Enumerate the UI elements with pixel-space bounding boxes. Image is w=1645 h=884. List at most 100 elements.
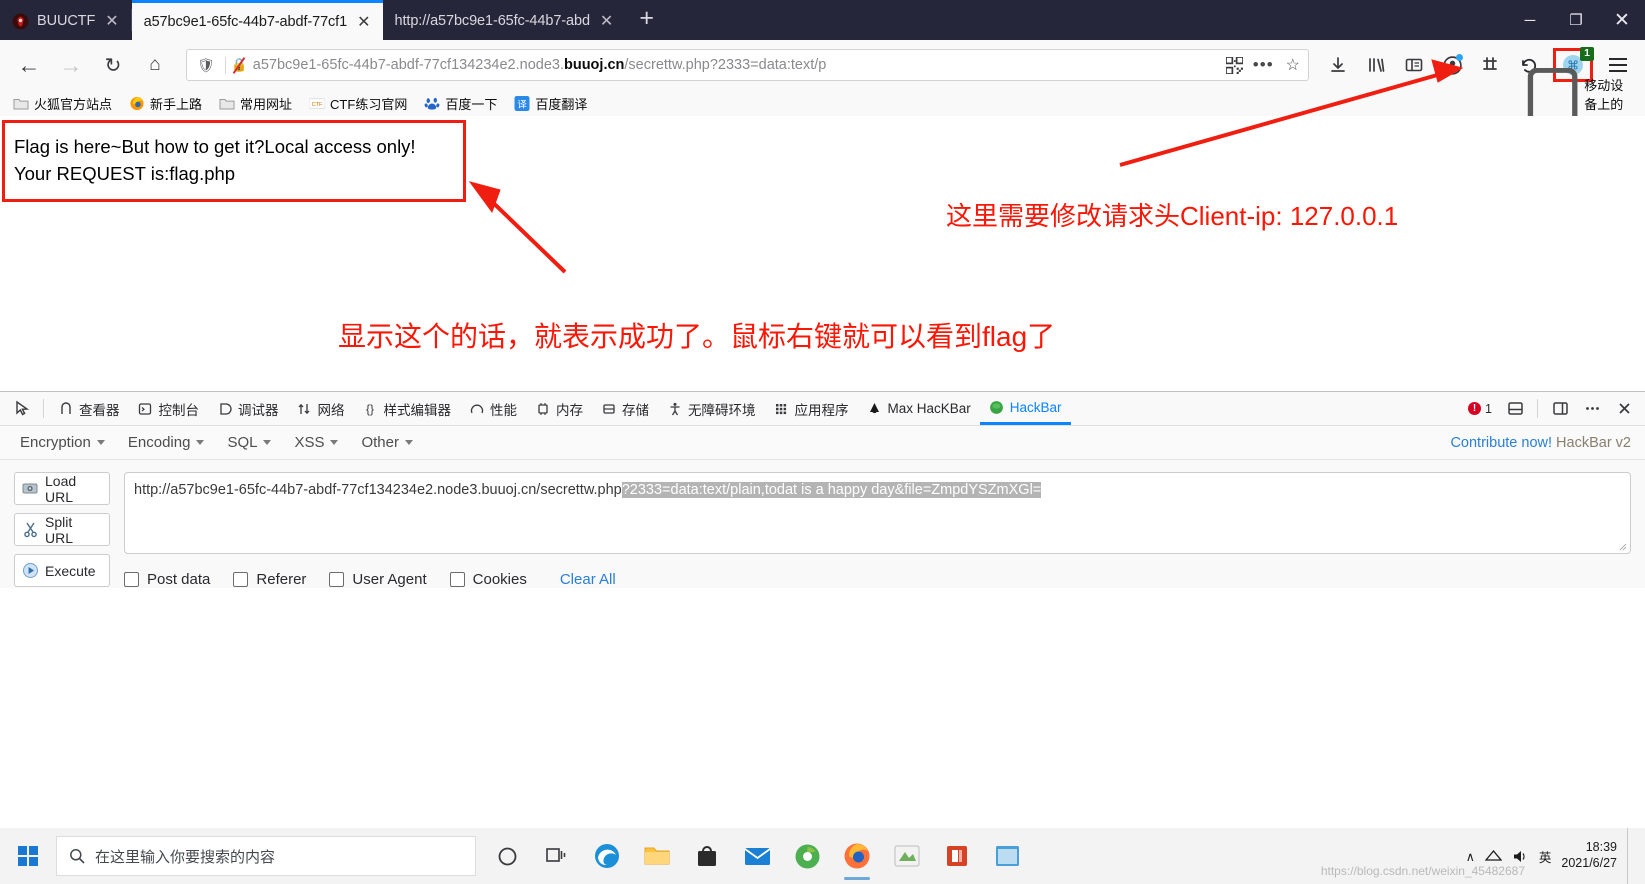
window-icon[interactable] <box>984 831 1030 881</box>
resize-grip-icon[interactable] <box>1618 542 1627 551</box>
bookmark-item[interactable]: 百度一下 <box>417 92 504 115</box>
edge-icon[interactable] <box>584 831 630 881</box>
checkbox[interactable] <box>329 572 345 587</box>
url-suffix: /secrettw.php?2333=data:text/p <box>624 57 827 73</box>
library-icon[interactable] <box>1359 46 1393 84</box>
forward-icon[interactable]: → <box>52 46 90 84</box>
hackbar-menu-encryption[interactable]: Encryption <box>14 434 122 451</box>
annotation-text-client-ip: 这里需要修改请求头Client-ip: 127.0.0.1 <box>946 201 1399 231</box>
tab-title: BUUCTF <box>37 13 96 29</box>
account-icon[interactable] <box>1435 46 1469 84</box>
file-explorer-icon[interactable] <box>634 831 680 881</box>
network-icon[interactable] <box>1484 849 1502 864</box>
ime-indicator[interactable]: 英 <box>1539 847 1552 866</box>
bookmark-star-icon[interactable]: ☆ <box>1284 55 1302 75</box>
pdf-icon[interactable] <box>934 831 980 881</box>
close-icon[interactable]: ✕ <box>355 12 372 32</box>
devtools-tab-storage[interactable]: 存储 <box>592 392 658 425</box>
hackbar-menu-other[interactable]: Other <box>355 434 430 451</box>
reload-icon[interactable]: ↻ <box>94 46 132 84</box>
element-picker-icon[interactable] <box>6 393 38 425</box>
cut-icon[interactable] <box>1473 46 1507 84</box>
checkbox[interactable] <box>124 572 139 587</box>
load-url-button[interactable]: Load URL <box>14 472 110 505</box>
url-textarea[interactable]: http://a57bc9e1-65fc-44b7-abdf-77cf13423… <box>124 472 1631 554</box>
checkbox[interactable] <box>449 572 465 587</box>
bookmark-item[interactable]: 译 百度翻译 <box>507 92 594 115</box>
downloads-icon[interactable] <box>1321 46 1355 84</box>
devtools-tab-debugger[interactable]: 调试器 <box>208 392 288 425</box>
watermark-text: https://blog.csdn.net/weixin_45482687 <box>1320 864 1525 878</box>
hackbar-menu-xss[interactable]: XSS <box>288 434 355 451</box>
clear-all-link[interactable]: Clear All <box>560 571 616 588</box>
devtools-tab-application[interactable]: 应用程序 <box>765 392 858 425</box>
option-cookies[interactable]: Cookies <box>449 571 527 588</box>
dock-position-icon[interactable] <box>1545 394 1575 424</box>
devtools-tab-console[interactable]: 控制台 <box>129 392 209 425</box>
option-post-data[interactable]: Post data <box>124 571 210 588</box>
start-button[interactable] <box>0 828 56 884</box>
devtools-close-icon[interactable] <box>1609 394 1639 424</box>
bookmark-label: 火狐官方站点 <box>34 96 113 112</box>
browser-tab-0[interactable]: BUUCTF ✕ <box>0 2 131 40</box>
application-icon <box>774 401 789 416</box>
chevron-down-icon <box>330 440 339 445</box>
bookmark-item[interactable]: 常用网址 <box>212 92 299 115</box>
close-icon[interactable]: ✕ <box>598 11 615 31</box>
devtools-toolbar-right: ! 1 <box>1468 394 1639 424</box>
task-view-icon[interactable] <box>534 831 580 881</box>
firefox-icon[interactable] <box>834 831 880 881</box>
tool-icon[interactable] <box>884 831 930 881</box>
hackbar-menu-encoding[interactable]: Encoding <box>122 434 222 451</box>
browser-icon[interactable] <box>784 831 830 881</box>
tab-title: a57bc9e1-65fc-44b7-abdf-77cf1 <box>143 13 348 30</box>
page-actions-icon[interactable]: ••• <box>1249 55 1278 75</box>
split-console-icon[interactable] <box>1500 394 1530 424</box>
back-icon[interactable]: ← <box>10 46 48 84</box>
hackbar-menu-sql[interactable]: SQL <box>221 434 288 451</box>
qr-code-icon[interactable] <box>1225 56 1243 74</box>
baidu-icon <box>424 97 440 110</box>
cortana-icon[interactable] <box>484 831 530 881</box>
bookmark-item[interactable]: CTF CTF练习官网 <box>302 92 414 115</box>
devtools-tab-hackbar[interactable]: HackBar <box>979 392 1071 425</box>
url-domain: buuoj.cn <box>563 57 625 73</box>
clock[interactable]: 18:39 2021/6/27 <box>1561 840 1617 871</box>
maximize-button[interactable]: ❐ <box>1553 0 1599 40</box>
option-user-agent[interactable]: User Agent <box>329 571 427 588</box>
shield-icon[interactable]: 🛡 <box>193 57 219 74</box>
taskbar-search-box[interactable]: 在这里输入你要搜索的内容 <box>56 836 476 876</box>
devtools-tab-network[interactable]: 网络 <box>288 392 354 425</box>
checkbox[interactable] <box>233 572 249 587</box>
devtools-tab-inspector[interactable]: 查看器 <box>49 392 129 425</box>
volume-icon[interactable] <box>1512 849 1529 864</box>
close-window-button[interactable]: ✕ <box>1599 0 1645 40</box>
execute-button[interactable]: Execute <box>14 554 110 587</box>
option-referer[interactable]: Referer <box>233 571 306 588</box>
browser-tab-2[interactable]: http://a57bc9e1-65fc-44b7-abd ✕ <box>382 2 626 40</box>
home-icon[interactable]: ⌂ <box>136 46 174 84</box>
devtools-tab-performance[interactable]: 性能 <box>460 392 526 425</box>
mail-icon[interactable] <box>734 831 780 881</box>
error-count-badge[interactable]: ! 1 <box>1468 402 1498 416</box>
minimize-button[interactable]: ─ <box>1507 0 1553 40</box>
close-icon[interactable]: ✕ <box>103 11 120 31</box>
devtools-menu-icon[interactable] <box>1577 394 1607 424</box>
store-icon[interactable] <box>684 831 730 881</box>
new-tab-button[interactable]: + <box>625 5 668 35</box>
devtools-tab-memory[interactable]: 内存 <box>526 392 592 425</box>
devtools-tab-style-editor[interactable]: {} 样式编辑器 <box>354 392 461 425</box>
address-bar[interactable]: 🛡 🔒 a57bc9e1-65fc-44b7-abdf-77cf134234e2… <box>186 49 1309 81</box>
contribute-link[interactable]: Contribute now! <box>1450 435 1552 451</box>
show-desktop-button[interactable] <box>1627 828 1635 884</box>
devtools-tab-accessibility[interactable]: 无障碍环境 <box>658 392 765 425</box>
sidebar-icon[interactable] <box>1397 46 1431 84</box>
bookmark-item[interactable]: 火狐官方站点 <box>6 92 119 115</box>
split-url-button[interactable]: Split URL <box>14 513 110 546</box>
tray-expand-icon[interactable]: ∧ <box>1466 849 1475 864</box>
bookmark-item[interactable]: 新手上路 <box>122 92 209 115</box>
browser-tab-1[interactable]: a57bc9e1-65fc-44b7-abdf-77cf1 ✕ <box>131 0 383 40</box>
devtools-tab-max-hackbar[interactable]: Max HacKBar <box>858 392 980 425</box>
folder-icon <box>13 98 29 109</box>
insecure-lock-icon[interactable]: 🔒 <box>231 56 247 74</box>
